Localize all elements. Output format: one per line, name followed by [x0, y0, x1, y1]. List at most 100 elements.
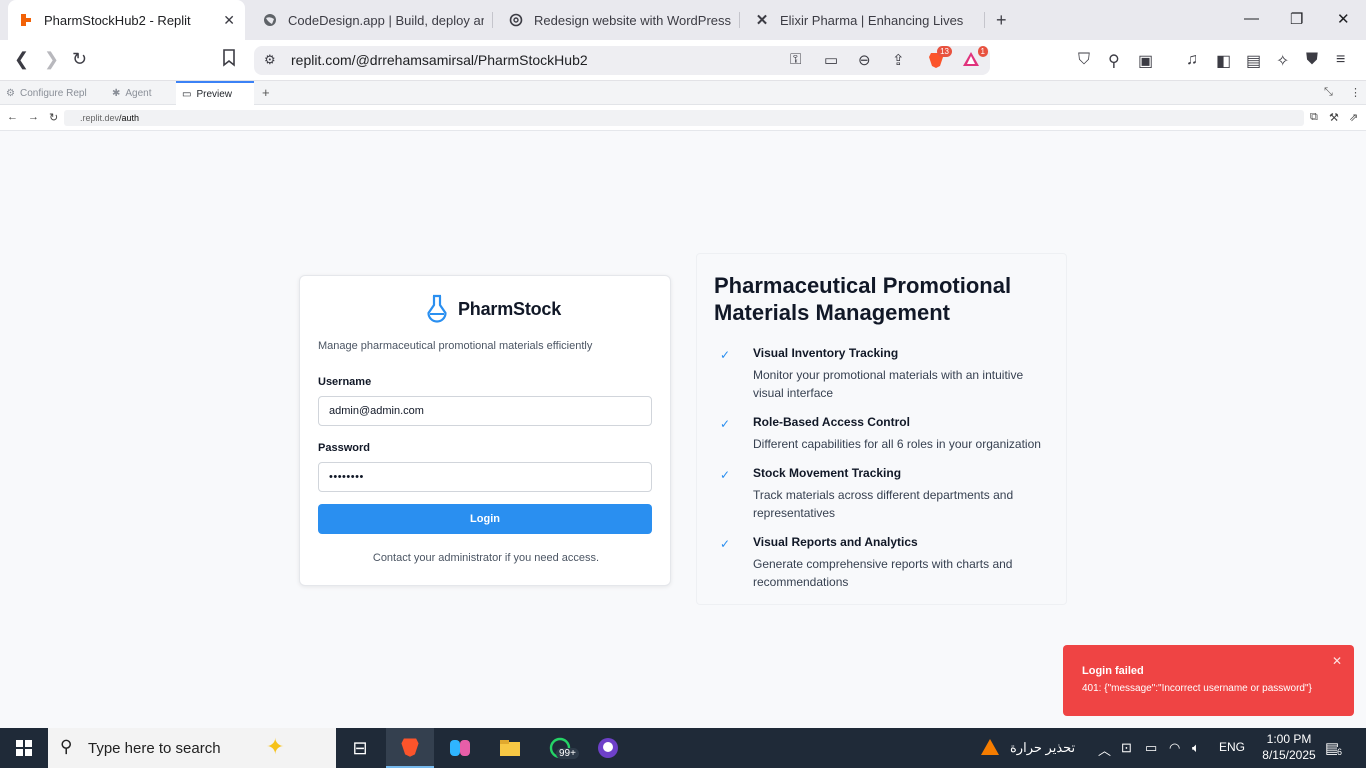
address-bar[interactable]: ⚙ replit.com/@drrehamsamirsal/PharmStock…	[254, 46, 990, 75]
battery-icon[interactable]: ▭	[1145, 740, 1157, 756]
preview-url-input[interactable]: .replit.dev/auth	[64, 110, 1304, 126]
close-window-icon[interactable]: ✕	[1337, 10, 1350, 28]
minimize-icon[interactable]: —	[1244, 10, 1259, 27]
new-tab-button[interactable]: +	[996, 10, 1007, 31]
wallet-icon[interactable]: ▤	[1246, 51, 1261, 71]
vpn-shield-icon[interactable]: ⛉	[1078, 51, 1090, 69]
github-icon[interactable]	[584, 728, 632, 768]
cast-icon[interactable]: ▭	[824, 51, 838, 69]
info-panel: Pharmaceutical Promotional Materials Man…	[696, 253, 1067, 605]
wrench-icon[interactable]: ⚒	[1329, 111, 1339, 124]
wifi-icon[interactable]: ◠	[1169, 740, 1180, 756]
tab-agent[interactable]: ✱ Agent	[106, 81, 174, 105]
collapse-icon[interactable]: ⤡	[1324, 86, 1333, 99]
taskbar-search[interactable]: ⚲ Type here to search ✦	[48, 728, 336, 768]
replit-icon	[18, 12, 34, 28]
tab-title: Redesign website with WordPress	[534, 12, 732, 28]
toast-close-icon[interactable]: ✕	[1332, 654, 1342, 668]
preview-back-icon[interactable]: ←	[7, 111, 18, 123]
sidebar-icon[interactable]: ◧	[1216, 51, 1231, 71]
tab-elixir-pharma[interactable]: ✕ Elixir Pharma | Enhancing Lives	[744, 0, 980, 40]
media-icon[interactable]: ♫	[1186, 51, 1198, 69]
brand-name: PharmStock	[458, 298, 562, 319]
tab-preview[interactable]: ▭ Preview	[176, 81, 254, 105]
password-input[interactable]: ••••••••	[318, 462, 652, 492]
reload-icon[interactable]: ↻	[72, 49, 87, 70]
toast-title: Login failed	[1082, 665, 1144, 677]
brave-shield-count: 13	[937, 46, 952, 57]
tab-separator	[984, 12, 985, 28]
password-label: Password	[318, 442, 370, 454]
tab-label: Preview	[196, 88, 233, 100]
tab-label: Configure Repl	[19, 87, 87, 99]
login-subtitle: Manage pharmaceutical promotional materi…	[318, 340, 593, 352]
add-tab-button[interactable]: +	[262, 85, 270, 100]
back-icon[interactable]: ❮	[14, 49, 29, 70]
security-icon[interactable]: ⊡	[1121, 740, 1132, 756]
contact-note: Contact your administrator if you need a…	[372, 552, 600, 564]
vpn-icon[interactable]: ⛊	[1306, 51, 1318, 69]
username-input[interactable]: admin@admin.com	[318, 396, 652, 426]
globe-icon	[262, 12, 278, 28]
reader-icon[interactable]: ▣	[1138, 51, 1153, 71]
forward-icon[interactable]: ❯	[44, 49, 59, 70]
more-options-icon[interactable]: ⋮	[1350, 86, 1361, 99]
preview-reload-icon[interactable]: ↻	[49, 111, 58, 124]
tab-separator	[739, 12, 740, 28]
tab-configure-repl[interactable]: ⚙ Configure Repl	[0, 81, 104, 105]
share-icon[interactable]: ⇪	[892, 51, 905, 69]
tab-codedesign[interactable]: CodeDesign.app | Build, deploy and c	[252, 0, 488, 40]
browser-tab-strip: PharmStockHub2 - Replit ✕ CodeDesign.app…	[0, 0, 1366, 40]
file-explorer-icon[interactable]	[486, 728, 534, 768]
check-icon: ✓	[720, 468, 731, 482]
clock-date: 8/15/2025	[1262, 748, 1316, 762]
flask-icon	[427, 294, 447, 323]
notification-center-icon[interactable]: ▤ 6	[1325, 739, 1343, 757]
windows-taskbar: ⚲ Type here to search ✦ ⊟ 99+ تحذير حرار…	[0, 728, 1366, 768]
username-label: Username	[318, 376, 372, 388]
windows-start-icon[interactable]	[16, 740, 32, 756]
volume-icon[interactable]: 🔈︎	[1192, 740, 1200, 756]
brave-rewards-icon[interactable]: 1	[962, 46, 988, 71]
system-clock[interactable]: 1:00 PM 8/15/2025	[1254, 731, 1324, 763]
brave-browser-icon[interactable]	[386, 728, 434, 768]
login-button[interactable]: Login	[318, 504, 652, 534]
tab-title: PharmStockHub2 - Replit	[44, 12, 191, 28]
weather-warning-icon[interactable]	[980, 738, 1000, 759]
bookmark-icon[interactable]	[222, 49, 236, 72]
x-icon: ✕	[755, 12, 769, 29]
preview-forward-icon[interactable]: →	[28, 111, 39, 123]
tab-label: Agent	[125, 87, 152, 99]
key-icon[interactable]: ⚿	[790, 51, 801, 68]
show-hidden-icons[interactable]: ︿	[1098, 740, 1111, 759]
address-url: replit.com/@drrehamsamirsal/PharmStockHu…	[291, 52, 588, 68]
browser-toolbar: ❮ ❯ ↻ ⚙ replit.com/@drrehamsamirsal/Phar…	[0, 40, 1366, 81]
tab-redesign-wordpress[interactable]: Redesign website with WordPress	[498, 0, 734, 40]
search-icon: ⚲	[60, 737, 73, 756]
preview-path: /auth	[119, 113, 140, 123]
extensions-icon[interactable]: ⚲	[1108, 51, 1120, 71]
feature-description: Track materials across different departm…	[753, 488, 1014, 520]
monitor-icon: ▭	[182, 88, 192, 100]
devtools-icon[interactable]: ⧉	[1310, 111, 1318, 124]
gear-icon: ⚙	[6, 87, 15, 99]
menu-icon[interactable]: ≡	[1336, 51, 1345, 69]
whatsapp-icon[interactable]: 99+	[536, 728, 584, 768]
task-view-icon[interactable]: ⊟	[336, 728, 384, 768]
leo-ai-icon[interactable]: ✧	[1276, 51, 1289, 71]
feature-description: Monitor your promotional materials with …	[753, 368, 1024, 400]
toast-message: 401: {"message":"Incorrect username or p…	[1082, 683, 1312, 694]
app-viewport: PharmStock Manage pharmaceutical promoti…	[0, 131, 1366, 728]
language-indicator[interactable]: ENG	[1219, 740, 1245, 754]
zoom-icon[interactable]: ⊖	[858, 51, 871, 69]
close-tab-icon[interactable]: ✕	[223, 12, 235, 29]
open-new-window-icon[interactable]: ⇗	[1349, 111, 1358, 124]
feature-description: Generate comprehensive reports with char…	[753, 557, 1013, 589]
brave-shield-icon[interactable]: 13	[928, 46, 952, 73]
site-settings-icon[interactable]: ⚙	[264, 52, 276, 68]
weather-text[interactable]: تحذير حرارة	[1010, 740, 1075, 756]
tab-pharmstockhub2[interactable]: PharmStockHub2 - Replit ✕	[8, 0, 245, 40]
copilot-icon[interactable]	[436, 728, 484, 768]
restore-icon[interactable]: ❐	[1290, 10, 1303, 28]
openai-icon	[508, 12, 524, 28]
